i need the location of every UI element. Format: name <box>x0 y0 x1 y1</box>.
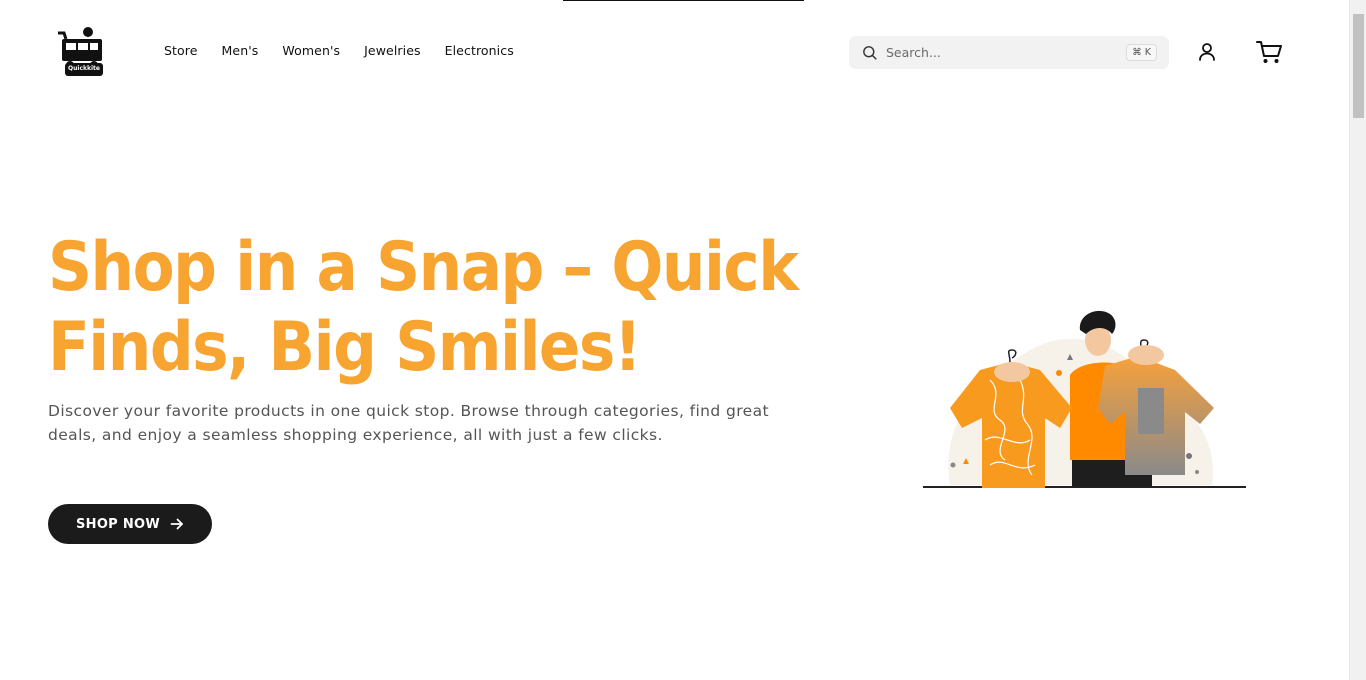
main-nav: Store Men's Women's Jewelries Electronic… <box>164 43 538 58</box>
search-shortcut-badge: ⌘ K <box>1126 44 1157 61</box>
logo-text: Quickkite <box>68 65 100 72</box>
cart-icon <box>1256 41 1282 63</box>
nav-item-mens[interactable]: Men's <box>222 43 259 58</box>
nav-item-electronics[interactable]: Electronics <box>445 43 514 58</box>
nav-item-store[interactable]: Store <box>164 43 198 58</box>
scrollbar-thumb[interactable] <box>1353 14 1364 118</box>
search-bar[interactable]: ⌘ K <box>849 36 1169 69</box>
hero-subtitle: Discover your favorite products in one q… <box>48 402 769 444</box>
user-icon <box>1199 43 1215 61</box>
nav-item-womens[interactable]: Women's <box>282 43 340 58</box>
page-scrollbar[interactable] <box>1349 0 1366 680</box>
shop-now-label: SHOP NOW <box>75 516 161 532</box>
shopping-illustration <box>923 310 1246 488</box>
arrow-right-icon <box>170 518 183 530</box>
search-input[interactable] <box>884 42 1114 63</box>
site-logo[interactable]: Quickkite <box>56 25 112 77</box>
site-header: Quickkite Store Men's Women's Jewelries … <box>0 0 1349 104</box>
shop-now-button[interactable]: SHOP NOW <box>48 504 212 544</box>
account-button[interactable] <box>1195 40 1219 64</box>
hero-title: Shop in a Snap – Quick Finds, Big Smiles… <box>48 228 799 387</box>
nav-item-jewelries[interactable]: Jewelries <box>364 43 420 58</box>
search-icon <box>863 46 877 60</box>
cart-button[interactable] <box>1255 39 1283 65</box>
